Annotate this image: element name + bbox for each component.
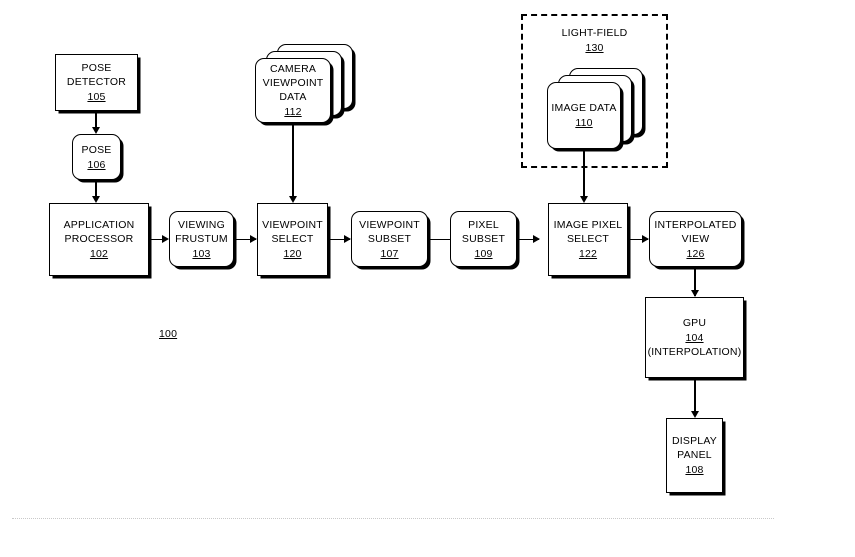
figure-reference-label: 100 bbox=[159, 328, 178, 340]
arrowhead-pose-to-application-processor bbox=[91, 196, 100, 203]
connector-viewpoint-subset-to-pixel-subset bbox=[428, 238, 450, 240]
node-viewpoint-select[interactable]: VIEWPOINT SELECT 120 bbox=[257, 203, 328, 276]
node-display-panel[interactable]: DISPLAY PANEL 108 bbox=[666, 418, 723, 493]
arrowhead-pixel-subset-to-image-pixel-select bbox=[533, 234, 540, 243]
node-pose-detector-line1: POSE bbox=[81, 62, 112, 74]
node-pose-detector-ref: 105 bbox=[87, 91, 106, 103]
footer-divider bbox=[12, 518, 774, 519]
node-viewing-frustum-ref: 103 bbox=[192, 247, 211, 260]
node-display-panel-ref: 108 bbox=[685, 464, 704, 476]
node-image-pixel-select-line1: IMAGE PIXEL bbox=[553, 219, 623, 231]
node-pose[interactable]: POSE 106 bbox=[72, 134, 121, 180]
node-pixel-subset-ref: 109 bbox=[474, 247, 493, 260]
node-application-processor[interactable]: APPLICATION PROCESSOR 102 bbox=[49, 203, 149, 276]
node-pose-detector-line2: DETECTOR bbox=[66, 76, 127, 88]
connector-camera-viewpoint-data-to-viewpoint-select bbox=[292, 124, 294, 201]
node-camera-viewpoint-data-line1: CAMERA bbox=[269, 63, 317, 75]
node-display-panel-line2: PANEL bbox=[677, 449, 712, 461]
node-viewpoint-subset-ref: 107 bbox=[380, 247, 399, 260]
node-viewpoint-subset-line1: VIEWPOINT bbox=[359, 218, 420, 231]
node-interpolated-view-line1: INTERPOLATED bbox=[654, 218, 737, 231]
node-interpolated-view-line2: VIEW bbox=[681, 232, 710, 245]
node-gpu-ref: 104 bbox=[685, 332, 704, 344]
node-pose-ref: 106 bbox=[87, 158, 106, 171]
node-image-data[interactable]: IMAGE DATA 110 bbox=[547, 68, 657, 160]
group-light-field-title: LIGHT-FIELD bbox=[561, 27, 628, 39]
node-viewing-frustum-line2: FRUSTUM bbox=[175, 232, 228, 245]
group-light-field-label: LIGHT-FIELD 130 bbox=[521, 26, 668, 55]
node-viewpoint-select-line2: SELECT bbox=[271, 233, 314, 245]
node-display-panel-line1: DISPLAY bbox=[672, 435, 717, 447]
patent-figure-canvas: LIGHT-FIELD 130 POSE DETECTOR 105 POSE 1… bbox=[0, 0, 855, 557]
node-viewpoint-select-ref: 120 bbox=[283, 248, 302, 260]
arrowhead-image-data-to-image-pixel-select bbox=[579, 196, 588, 203]
arrowhead-camera-viewpoint-data-to-viewpoint-select bbox=[288, 196, 297, 203]
arrowhead-image-pixel-select-to-interpolated-view bbox=[642, 234, 649, 243]
node-camera-viewpoint-data-ref: 112 bbox=[284, 106, 302, 118]
node-camera-viewpoint-data[interactable]: CAMERA VIEWPOINT DATA 112 bbox=[255, 44, 365, 126]
group-light-field-ref: 130 bbox=[585, 42, 604, 54]
node-image-pixel-select[interactable]: IMAGE PIXEL SELECT 122 bbox=[548, 203, 628, 276]
node-viewing-frustum-line1: VIEWING bbox=[178, 218, 225, 231]
node-application-processor-line1: APPLICATION bbox=[63, 219, 135, 231]
node-image-pixel-select-ref: 122 bbox=[578, 248, 598, 260]
node-gpu-line3: (INTERPOLATION) bbox=[647, 346, 742, 358]
node-pose-line1: POSE bbox=[81, 143, 112, 156]
node-camera-viewpoint-data-line2: VIEWPOINT bbox=[262, 77, 324, 89]
node-image-pixel-select-line2: SELECT bbox=[566, 233, 610, 245]
node-application-processor-line2: PROCESSOR bbox=[64, 233, 134, 245]
node-pixel-subset[interactable]: PIXEL SUBSET 109 bbox=[450, 211, 517, 267]
node-pixel-subset-line2: SUBSET bbox=[461, 232, 506, 245]
node-image-data-ref: 110 bbox=[575, 117, 593, 129]
camera-viewpoint-data-sheet-front: CAMERA VIEWPOINT DATA 112 bbox=[255, 58, 331, 123]
arrowhead-viewpoint-select-to-viewpoint-subset bbox=[344, 234, 351, 243]
node-pose-detector[interactable]: POSE DETECTOR 105 bbox=[55, 54, 138, 111]
image-data-sheet-front: IMAGE DATA 110 bbox=[547, 82, 621, 149]
arrowhead-application-processor-to-viewing-frustum bbox=[162, 234, 169, 243]
node-gpu-line1: GPU bbox=[682, 317, 707, 329]
node-viewpoint-subset-line2: SUBSET bbox=[367, 232, 412, 245]
node-viewpoint-subset[interactable]: VIEWPOINT SUBSET 107 bbox=[351, 211, 428, 267]
node-image-data-line1: IMAGE DATA bbox=[551, 102, 617, 114]
node-viewing-frustum[interactable]: VIEWING FRUSTUM 103 bbox=[169, 211, 234, 267]
node-camera-viewpoint-data-line3: DATA bbox=[279, 91, 307, 103]
arrowhead-gpu-to-display-panel bbox=[690, 411, 699, 418]
node-pixel-subset-line1: PIXEL bbox=[468, 218, 499, 231]
arrowhead-interpolated-view-to-gpu bbox=[690, 290, 699, 297]
arrowhead-pose-detector-to-pose bbox=[91, 127, 100, 134]
node-application-processor-ref: 102 bbox=[89, 248, 109, 260]
node-gpu[interactable]: GPU 104 (INTERPOLATION) bbox=[645, 297, 744, 378]
node-interpolated-view[interactable]: INTERPOLATED VIEW 126 bbox=[649, 211, 742, 267]
node-viewpoint-select-line1: VIEWPOINT bbox=[262, 219, 323, 231]
node-interpolated-view-ref: 126 bbox=[686, 247, 705, 260]
arrowhead-viewing-frustum-to-viewpoint-select bbox=[250, 234, 257, 243]
